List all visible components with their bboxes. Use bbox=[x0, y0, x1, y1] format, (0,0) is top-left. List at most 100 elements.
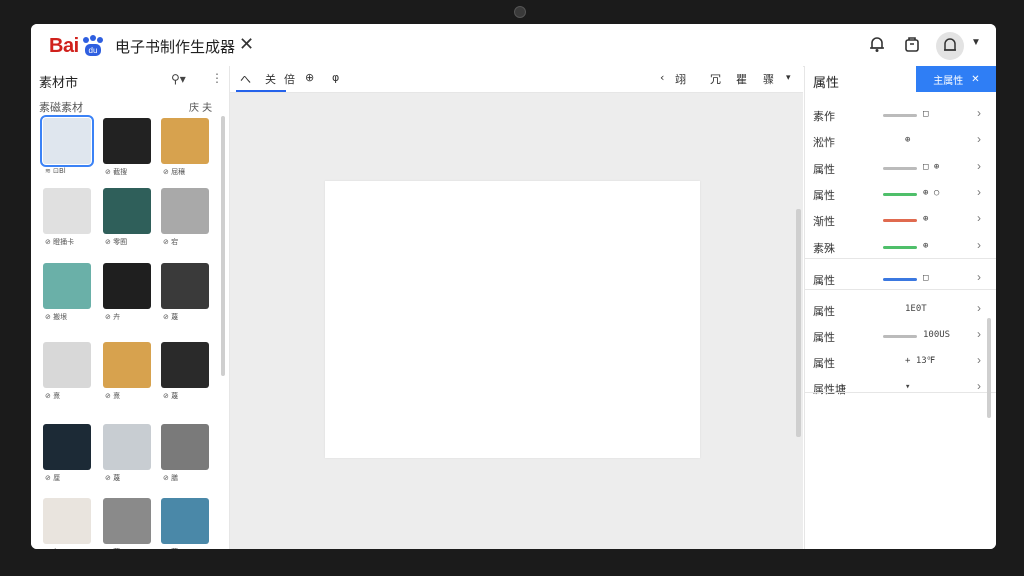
bag-icon[interactable] bbox=[902, 34, 922, 54]
material-thumbnail[interactable] bbox=[103, 118, 151, 164]
property-value[interactable]: ⊕ bbox=[905, 135, 910, 145]
material-thumbnail[interactable] bbox=[161, 424, 209, 470]
left-scrollbar[interactable] bbox=[221, 116, 225, 376]
material-label: ⊘ 熹 bbox=[105, 392, 121, 400]
material-thumbnail[interactable] bbox=[103, 263, 151, 309]
property-value[interactable]: ⊕ bbox=[923, 241, 928, 251]
material-thumbnail[interactable] bbox=[43, 498, 91, 544]
property-label: 属性 bbox=[813, 189, 835, 202]
material-thumbnail[interactable] bbox=[103, 498, 151, 544]
material-thumbnail[interactable] bbox=[161, 342, 209, 388]
tool-globe-icon[interactable]: ⊕ bbox=[305, 71, 314, 84]
tool-dropdown-icon[interactable]: ▾ bbox=[786, 73, 791, 83]
baidu-logo[interactable]: Bai du bbox=[49, 34, 106, 58]
property-slider[interactable] bbox=[883, 278, 917, 281]
app-title: 电子书制作生成器 bbox=[115, 38, 236, 56]
tool-close[interactable]: 关 bbox=[265, 71, 276, 87]
material-thumbnail[interactable] bbox=[103, 424, 151, 470]
search-icon[interactable]: ⚲▾ bbox=[171, 72, 186, 86]
material-thumbnail[interactable] bbox=[161, 118, 209, 164]
sort-toggle[interactable]: 庆 夫 bbox=[189, 99, 212, 114]
material-thumbnail[interactable] bbox=[161, 263, 209, 309]
property-value[interactable]: ▾ bbox=[905, 382, 910, 392]
chevron-right-icon[interactable]: › bbox=[977, 159, 981, 173]
paw-icon: du bbox=[80, 35, 106, 57]
chevron-right-icon[interactable]: › bbox=[977, 238, 981, 252]
chevron-right-icon[interactable]: › bbox=[977, 270, 981, 284]
chevron-right-icon[interactable]: › bbox=[977, 353, 981, 367]
material-thumbnail[interactable] bbox=[40, 115, 94, 167]
chevron-right-icon[interactable]: › bbox=[977, 379, 981, 393]
property-slider[interactable] bbox=[883, 335, 917, 338]
properties-scrollbar[interactable] bbox=[987, 318, 991, 418]
property-slider[interactable] bbox=[883, 167, 917, 170]
chevron-right-icon[interactable]: › bbox=[977, 301, 981, 315]
more-icon[interactable]: ⋮ bbox=[211, 71, 223, 85]
panel-title: 素材市 bbox=[39, 76, 79, 91]
tool-r4[interactable]: 瞿 bbox=[736, 71, 747, 87]
material-thumbnail[interactable] bbox=[103, 342, 151, 388]
chevron-right-icon[interactable]: › bbox=[977, 106, 981, 120]
property-slider[interactable] bbox=[883, 246, 917, 249]
material-thumbnail[interactable] bbox=[43, 342, 91, 388]
section-header: 素磁素材 bbox=[39, 101, 83, 114]
property-value[interactable]: 1E0T bbox=[905, 304, 927, 314]
property-row[interactable]: 素殊 ⊕ › bbox=[805, 234, 996, 260]
tool-r5[interactable]: 骤 bbox=[763, 71, 774, 87]
chevron-right-icon[interactable]: › bbox=[977, 211, 981, 225]
property-row[interactable]: 属性 100US › bbox=[805, 323, 996, 349]
property-label: 素殊 bbox=[813, 242, 835, 255]
button-label: 主属性 bbox=[933, 75, 964, 87]
main-properties-button[interactable]: 主属性 ✕ bbox=[916, 66, 996, 92]
property-value[interactable]: □ bbox=[923, 273, 928, 283]
property-row[interactable]: 淞怍 ⊕ › bbox=[805, 128, 996, 154]
chevron-right-icon[interactable]: › bbox=[977, 185, 981, 199]
account-dropdown-chevron-down-icon[interactable]: ▼ bbox=[971, 37, 981, 48]
property-value[interactable]: ⊕ ○ bbox=[923, 188, 939, 198]
property-value[interactable]: + 13℉ bbox=[905, 356, 935, 366]
canvas-area[interactable] bbox=[230, 93, 803, 549]
app-window: Bai du 电子书制作生成器 ✕ ▼ 素材市 ⚲▾ ⋮ 素磁素材 庆 夫 ≋ … bbox=[31, 24, 996, 549]
property-slider[interactable] bbox=[883, 193, 917, 196]
property-row[interactable]: 属性 + 13℉ › bbox=[805, 349, 996, 375]
artboard[interactable] bbox=[325, 181, 700, 458]
properties-panel: 属性 主属性 ✕ 素作 □ › 淞怍 ⊕ › 属性 □ ⊕ › 属性 ⊕ ○ › 渐性 ⊕ › 素殊 ⊕ › 属性 □… bbox=[804, 66, 996, 549]
property-row[interactable]: 渐性 ⊕ › bbox=[805, 207, 996, 233]
property-value[interactable]: □ ⊕ bbox=[923, 162, 939, 172]
material-label: ⊘ 蔑 bbox=[163, 547, 178, 549]
property-value[interactable]: ⊕ bbox=[923, 214, 928, 224]
tool-double[interactable]: 倍 bbox=[284, 71, 295, 87]
property-row[interactable]: 属性 □ ⊕ › bbox=[805, 155, 996, 181]
property-slider[interactable] bbox=[883, 219, 917, 222]
property-row[interactable]: 属性 ⊕ ○ › bbox=[805, 181, 996, 207]
bell-icon[interactable] bbox=[867, 34, 887, 54]
material-thumbnail[interactable] bbox=[103, 188, 151, 234]
close-tab-button[interactable]: ✕ bbox=[239, 34, 254, 55]
property-row[interactable]: 属性 1E0T › bbox=[805, 297, 996, 323]
material-thumbnail[interactable] bbox=[161, 498, 209, 544]
avatar[interactable] bbox=[936, 32, 964, 60]
close-icon[interactable]: ✕ bbox=[971, 74, 979, 85]
tool-wave[interactable]: へ bbox=[240, 71, 251, 87]
property-row[interactable]: 素作 □ › bbox=[805, 102, 996, 128]
properties-title: 属性 bbox=[813, 76, 840, 91]
chevron-right-icon[interactable]: › bbox=[977, 132, 981, 146]
chevron-right-icon[interactable]: › bbox=[977, 327, 981, 341]
material-thumbnail[interactable] bbox=[161, 188, 209, 234]
tool-r2[interactable]: 翊 bbox=[675, 71, 686, 87]
material-label: ⊘ 蔑 bbox=[163, 392, 179, 400]
tool-phi[interactable]: φ bbox=[332, 71, 339, 84]
tool-r3[interactable]: 冗 bbox=[710, 71, 721, 87]
tool-prev[interactable]: ‹ bbox=[660, 71, 664, 84]
property-slider[interactable] bbox=[883, 114, 917, 117]
property-value[interactable]: □ bbox=[923, 109, 928, 119]
material-label: ⊘ 熹 bbox=[45, 392, 61, 400]
material-label: ⊘ 零囿 bbox=[105, 238, 128, 246]
material-thumbnail[interactable] bbox=[43, 263, 91, 309]
material-thumbnail[interactable] bbox=[43, 188, 91, 234]
divider bbox=[805, 392, 996, 393]
material-thumbnail[interactable] bbox=[43, 424, 91, 470]
property-value[interactable]: 100US bbox=[923, 330, 950, 340]
canvas-scrollbar[interactable] bbox=[796, 209, 801, 437]
property-row[interactable]: 属性塘 ▾ › bbox=[805, 375, 996, 401]
